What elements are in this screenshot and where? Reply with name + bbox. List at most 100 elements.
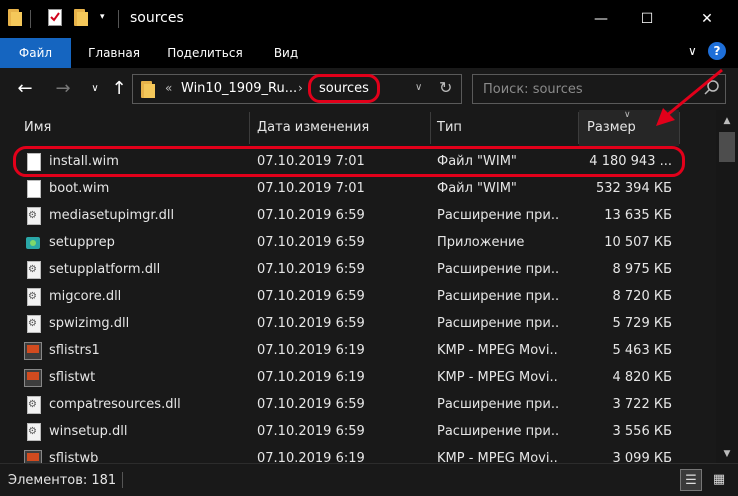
movie-icon <box>24 369 42 387</box>
column-divider[interactable] <box>249 112 250 144</box>
vertical-scrollbar[interactable]: ▲ ▼ <box>716 110 738 463</box>
file-list: install.wim 07.10.2019 7:01 Файл "WIM" 4 18… <box>0 149 716 463</box>
file-type: Расширение при... <box>437 262 559 277</box>
file-size: 10 507 КБ <box>604 235 672 250</box>
file-name: setupplatform.dll <box>49 262 161 277</box>
status-bar: Элементов: 181 ☰ ▦ <box>0 463 738 496</box>
movie-icon <box>24 342 42 360</box>
separator <box>118 10 119 28</box>
file-type: Расширение при... <box>437 289 559 304</box>
file-size: 13 635 КБ <box>604 208 672 223</box>
file-type: KMP - MPEG Movi... <box>437 343 559 358</box>
back-button[interactable]: ← <box>14 78 36 100</box>
file-date: 07.10.2019 6:59 <box>257 316 365 331</box>
horizontal-scrollbar[interactable] <box>0 456 716 464</box>
file-size: 5 463 КБ <box>612 343 673 358</box>
file-name: migcore.dll <box>49 289 122 304</box>
scroll-up-icon[interactable]: ▲ <box>716 112 738 130</box>
minimize-button[interactable]: — <box>578 0 624 38</box>
file-row[interactable]: spwizimg.dll 07.10.2019 6:59 Расширение пр… <box>0 311 716 338</box>
file-row[interactable]: compatresources.dll 07.10.2019 6:59 Расшир… <box>0 392 716 419</box>
window-title: sources <box>130 10 184 26</box>
column-date[interactable]: Дата изменения <box>257 120 369 135</box>
file-date: 07.10.2019 6:19 <box>257 370 365 385</box>
title-bar: ▾ sources — ☐ ✕ <box>0 0 738 38</box>
details-view-icon[interactable]: ☰ <box>680 469 702 491</box>
app-icon <box>24 234 42 252</box>
dll-icon <box>27 288 41 306</box>
annotation-highlight-row <box>13 146 685 177</box>
file-size: 4 820 КБ <box>612 370 673 385</box>
scroll-down-icon[interactable]: ▼ <box>716 445 738 463</box>
file-size: 532 394 КБ <box>595 181 672 196</box>
file-row[interactable]: sflistwt 07.10.2019 6:19 KMP - MPEG Movi..… <box>0 365 716 392</box>
expand-ribbon-icon[interactable]: ∨ <box>688 44 697 58</box>
breadcrumb-item[interactable]: Win10_1909_Ru... <box>181 81 297 96</box>
file-row[interactable]: setupprep 07.10.2019 6:59 Приложение 10 507… <box>0 230 716 257</box>
tab-view[interactable]: Вид <box>268 38 304 68</box>
file-row[interactable]: setupplatform.dll 07.10.2019 6:59 Расширен… <box>0 257 716 284</box>
forward-button[interactable]: → <box>52 78 74 100</box>
address-dropdown-icon[interactable]: ∨ <box>415 82 422 93</box>
file-name: sflistwt <box>49 370 96 385</box>
large-icons-view-icon[interactable]: ▦ <box>708 469 730 491</box>
column-divider[interactable] <box>430 112 431 144</box>
new-folder-icon[interactable] <box>74 9 89 26</box>
file-date: 07.10.2019 6:59 <box>257 235 365 250</box>
column-type[interactable]: Тип <box>437 120 462 135</box>
file-type: Файл "WIM" <box>437 181 517 196</box>
column-name[interactable]: Имя <box>24 120 51 135</box>
file-type: Расширение при... <box>437 397 559 412</box>
file-name: winsetup.dll <box>49 424 128 439</box>
file-row[interactable]: sflistrs1 07.10.2019 6:19 KMP - MPEG Movi.… <box>0 338 716 365</box>
folder-icon <box>141 81 156 98</box>
file-row[interactable]: winsetup.dll 07.10.2019 6:59 Расширение пр… <box>0 419 716 446</box>
customize-toolbar-icon[interactable]: ▾ <box>100 12 105 22</box>
breadcrumb-chevron-icon: « <box>165 81 173 95</box>
file-name: sflistrs1 <box>49 343 100 358</box>
dll-icon <box>27 396 41 414</box>
refresh-icon[interactable]: ↻ <box>439 78 452 97</box>
tab-file[interactable]: Файл <box>0 38 71 68</box>
ribbon-tabs: Файл Главная Поделиться Вид ∨ ? <box>0 38 738 68</box>
file-type: Расширение при... <box>437 316 559 331</box>
file-date: 07.10.2019 6:59 <box>257 262 365 277</box>
dll-icon <box>27 423 41 441</box>
file-name: spwizimg.dll <box>49 316 130 331</box>
separator <box>30 10 31 28</box>
chevron-right-icon[interactable]: › <box>298 81 303 95</box>
scrollbar-thumb[interactable] <box>719 132 735 162</box>
address-bar[interactable]: « Win10_1909_Ru... › sources ∨ ↻ <box>132 74 462 104</box>
items-count: Элементов: 181 <box>8 473 117 488</box>
file-type: Расширение при... <box>437 208 559 223</box>
file-size: 3 556 КБ <box>612 424 673 439</box>
dll-icon <box>27 315 41 333</box>
file-name: setupprep <box>49 235 115 250</box>
file-date: 07.10.2019 6:59 <box>257 208 365 223</box>
file-date: 07.10.2019 6:59 <box>257 424 365 439</box>
file-row[interactable]: mediasetupimgr.dll 07.10.2019 6:59 Расшире… <box>0 203 716 230</box>
column-size: Размер <box>587 120 636 135</box>
dll-icon <box>27 261 41 279</box>
up-button[interactable]: ↑ <box>108 78 130 100</box>
file-row[interactable]: boot.wim 07.10.2019 7:01 Файл "WIM" 532 394… <box>0 176 716 203</box>
file-date: 07.10.2019 6:19 <box>257 343 365 358</box>
file-date: 07.10.2019 6:59 <box>257 289 365 304</box>
column-header-row: Имя Дата изменения Тип ∨ Размер <box>0 110 716 146</box>
search-input[interactable]: Поиск: sources <box>483 82 583 97</box>
file-size: 5 729 КБ <box>612 316 673 331</box>
tab-home[interactable]: Главная <box>80 38 148 68</box>
properties-icon[interactable] <box>48 9 62 26</box>
folder-icon <box>8 9 23 26</box>
file-row[interactable]: migcore.dll 07.10.2019 6:59 Расширение при… <box>0 284 716 311</box>
help-icon[interactable]: ? <box>708 42 726 60</box>
file-name: compatresources.dll <box>49 397 181 412</box>
file-name: boot.wim <box>49 181 110 196</box>
recent-locations-button[interactable]: ∨ <box>84 78 106 100</box>
tab-share[interactable]: Поделиться <box>160 38 250 68</box>
maximize-button[interactable]: ☐ <box>624 0 670 38</box>
dll-icon <box>27 207 41 225</box>
file-type: KMP - MPEG Movi... <box>437 370 559 385</box>
close-button[interactable]: ✕ <box>684 0 730 38</box>
file-date: 07.10.2019 7:01 <box>257 181 365 196</box>
